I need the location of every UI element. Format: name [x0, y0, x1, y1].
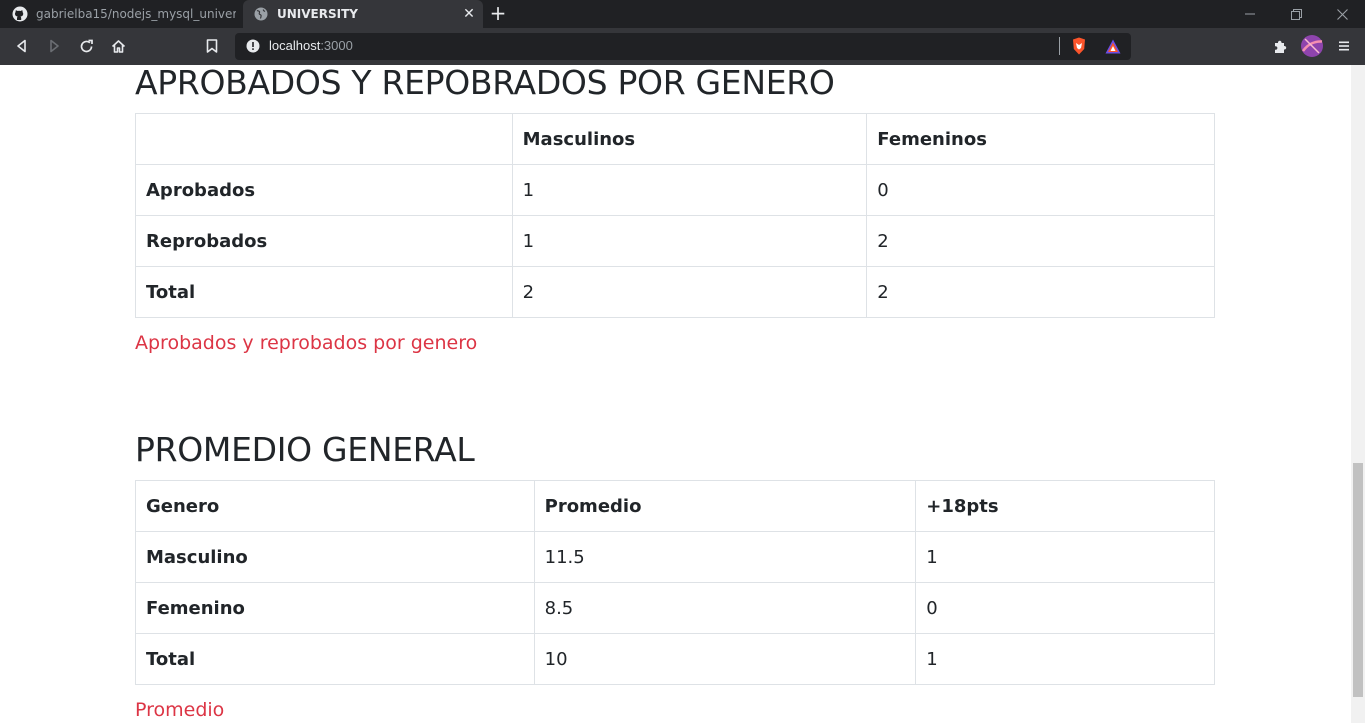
table-row: Aprobados 1 0	[135, 164, 1215, 216]
tab-title: gabrielba15/nodejs_mysql_university:	[36, 7, 236, 21]
table-header-row: Masculinos Femeninos	[135, 113, 1215, 165]
address-host: localhost	[269, 38, 321, 53]
promedio-link[interactable]: Promedio	[135, 699, 224, 721]
reload-icon[interactable]	[74, 34, 98, 58]
profile-avatar-icon[interactable]	[1300, 34, 1324, 58]
home-icon[interactable]	[106, 34, 130, 58]
table-header-row: Genero Promedio +18pts	[135, 480, 1215, 532]
table-header-cell: +18pts	[915, 480, 1215, 532]
table-row: Reprobados 1 2	[135, 215, 1215, 267]
address-bar[interactable]	[235, 33, 1131, 60]
tab-strip: gabrielba15/nodejs_mysql_university: UNI…	[0, 0, 1365, 28]
section-title-promedio: PROMEDIO GENERAL	[135, 430, 475, 469]
table-cell: 10	[533, 633, 917, 685]
table-cell: 2	[866, 215, 1215, 267]
table-cell: 0	[866, 164, 1215, 216]
table-header-cell: Genero	[135, 480, 535, 532]
table-header-cell: Femeninos	[866, 113, 1215, 165]
address-text[interactable]: localhost:3000	[269, 38, 353, 53]
aprobados-link[interactable]: Aprobados y reprobados por genero	[135, 332, 477, 354]
table-cell: 1	[915, 633, 1215, 685]
tab-github[interactable]: gabrielba15/nodejs_mysql_university:	[0, 0, 242, 28]
table-row: Total 10 1	[135, 633, 1215, 685]
row-label: Masculino	[135, 531, 535, 583]
minimize-icon[interactable]	[1227, 0, 1273, 28]
brave-rewards-icon[interactable]	[1101, 34, 1125, 58]
table-header-cell	[135, 113, 513, 165]
address-port: :3000	[320, 38, 353, 53]
table-cell: 1	[915, 531, 1215, 583]
scrollbar-thumb[interactable]	[1353, 463, 1363, 697]
table-cell: 1	[511, 164, 868, 216]
table-row: Masculino 11.5 1	[135, 531, 1215, 583]
back-icon[interactable]	[10, 34, 34, 58]
tab-title: UNIVERSITY	[277, 7, 358, 21]
aprobados-table: Masculinos Femeninos Aprobados 1 0 Repro…	[135, 113, 1215, 318]
github-icon	[12, 6, 28, 22]
globe-icon	[253, 6, 269, 22]
row-label: Aprobados	[135, 164, 513, 216]
menu-icon[interactable]	[1332, 34, 1356, 58]
new-tab-button[interactable]: +	[486, 2, 510, 26]
table-header-cell: Masculinos	[511, 113, 868, 165]
table-cell: 8.5	[533, 582, 917, 634]
row-label: Reprobados	[135, 215, 513, 267]
tab-university[interactable]: UNIVERSITY ✕	[243, 0, 483, 28]
table-cell: 2	[866, 266, 1215, 318]
address-divider	[1059, 37, 1060, 55]
section-title-aprobados: APROBADOS Y REPOBRADOS POR GENERO	[135, 63, 835, 102]
table-cell: 11.5	[533, 531, 917, 583]
restore-icon[interactable]	[1273, 0, 1319, 28]
table-cell: 2	[511, 266, 868, 318]
table-cell: 1	[511, 215, 868, 267]
extensions-icon[interactable]	[1268, 34, 1292, 58]
site-info-icon[interactable]	[241, 34, 265, 58]
brave-shields-icon[interactable]	[1067, 34, 1091, 58]
table-cell: 0	[915, 582, 1215, 634]
row-label: Total	[135, 266, 513, 318]
forward-icon[interactable]	[42, 34, 66, 58]
table-header-cell: Promedio	[533, 480, 917, 532]
row-label: Femenino	[135, 582, 535, 634]
table-row: Total 2 2	[135, 266, 1215, 318]
close-icon[interactable]: ✕	[461, 6, 477, 22]
bookmark-icon[interactable]	[200, 34, 224, 58]
row-label: Total	[135, 633, 535, 685]
close-window-icon[interactable]	[1319, 0, 1365, 28]
promedio-table: Genero Promedio +18pts Masculino 11.5 1 …	[135, 480, 1215, 685]
table-row: Femenino 8.5 0	[135, 582, 1215, 634]
